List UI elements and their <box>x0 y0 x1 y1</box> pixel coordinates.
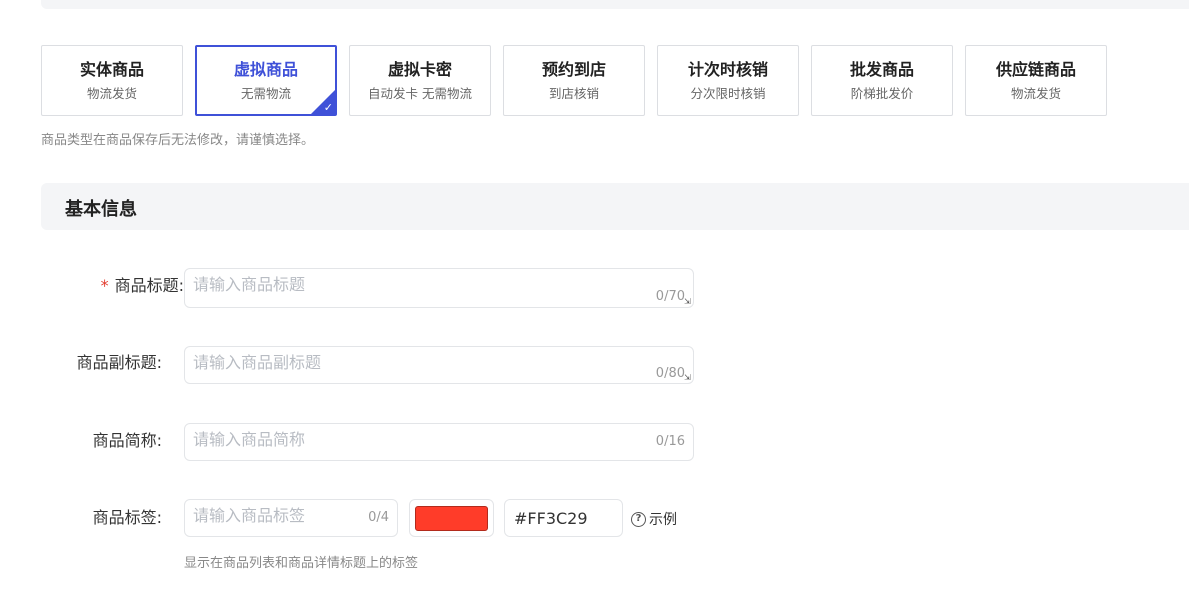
type-card-title: 预约到店 <box>541 60 606 79</box>
product-subtitle-input[interactable] <box>193 353 633 372</box>
tag-color-hex-value: #FF3C29 <box>514 509 588 528</box>
type-card-subtitle: 分次限时核销 <box>690 86 766 101</box>
type-card-physical[interactable]: 实体商品 物流发货 <box>41 45 183 116</box>
top-panel-edge <box>41 0 1189 9</box>
required-mark: * <box>100 276 109 295</box>
type-card-title: 批发商品 <box>849 60 914 79</box>
section-title: 基本信息 <box>65 199 137 220</box>
product-title-label: * 商品标题: <box>22 275 184 297</box>
type-card-timed-redemption[interactable]: 计次时核销 分次限时核销 <box>657 45 799 116</box>
type-card-subtitle: 到店核销 <box>548 86 599 101</box>
resize-handle-icon[interactable]: ⇲ <box>684 374 692 382</box>
tag-example-label: 示例 <box>649 512 677 528</box>
product-tag-input[interactable] <box>193 506 353 525</box>
type-card-subtitle: 自动发卡 无需物流 <box>368 86 472 101</box>
section-header: 基本信息 <box>41 183 1189 230</box>
type-card-title: 虚拟卡密 <box>387 60 452 79</box>
checkmark-icon: ✓ <box>323 101 333 114</box>
product-tag-field[interactable]: 0/4 <box>184 499 398 537</box>
type-card-title: 实体商品 <box>79 60 144 79</box>
tag-color-swatch[interactable] <box>415 506 488 531</box>
product-subtitle-label: 商品副标题: <box>76 353 162 372</box>
product-short-name-input[interactable] <box>193 430 633 449</box>
type-card-wholesale[interactable]: 批发商品 阶梯批发价 <box>811 45 953 116</box>
type-card-title: 供应链商品 <box>995 60 1076 79</box>
product-tag-label: 商品标签: <box>92 508 162 527</box>
product-title-counter: 0/70 <box>655 289 685 304</box>
type-card-supply-chain[interactable]: 供应链商品 物流发货 <box>965 45 1107 116</box>
product-short-name-label: 商品简称: <box>92 431 162 450</box>
product-subtitle-counter: 0/80 <box>655 366 685 381</box>
product-type-selector: 实体商品 物流发货 虚拟商品 无需物流 ✓ 虚拟卡密 自动发卡 无需物流 预约到… <box>41 45 1107 116</box>
tag-color-hex-field[interactable]: #FF3C29 <box>504 499 623 537</box>
type-card-title: 计次时核销 <box>687 60 768 79</box>
product-title-label-text: 商品标题: <box>114 276 184 295</box>
question-circle-icon: ? <box>631 511 646 527</box>
tag-help-text: 显示在商品列表和商品详情标题上的标签 <box>184 556 419 571</box>
type-card-subtitle: 物流发货 <box>86 86 137 101</box>
tag-example-link[interactable]: ? 示例 <box>631 509 677 529</box>
product-short-name-counter: 0/16 <box>655 434 685 449</box>
type-card-virtual[interactable]: 虚拟商品 无需物流 ✓ <box>195 45 337 116</box>
product-tag-counter: 0/4 <box>368 510 389 525</box>
tag-color-picker[interactable] <box>409 499 494 537</box>
type-card-title: 虚拟商品 <box>233 60 298 79</box>
type-card-subtitle: 无需物流 <box>240 86 291 101</box>
product-title-input[interactable] <box>193 275 633 294</box>
type-card-subtitle: 阶梯批发价 <box>850 86 914 101</box>
type-card-reservation[interactable]: 预约到店 到店核销 <box>503 45 645 116</box>
product-subtitle-field[interactable]: 0/80 ⇲ <box>184 346 694 384</box>
product-type-tip: 商品类型在商品保存后无法修改，请谨慎选择。 <box>41 133 315 148</box>
product-title-field[interactable]: 0/70 ⇲ <box>184 268 694 308</box>
product-short-name-field[interactable]: 0/16 <box>184 423 694 461</box>
resize-handle-icon[interactable]: ⇲ <box>684 298 692 306</box>
type-card-subtitle: 物流发货 <box>1010 86 1061 101</box>
type-card-virtual-card[interactable]: 虚拟卡密 自动发卡 无需物流 <box>349 45 491 116</box>
